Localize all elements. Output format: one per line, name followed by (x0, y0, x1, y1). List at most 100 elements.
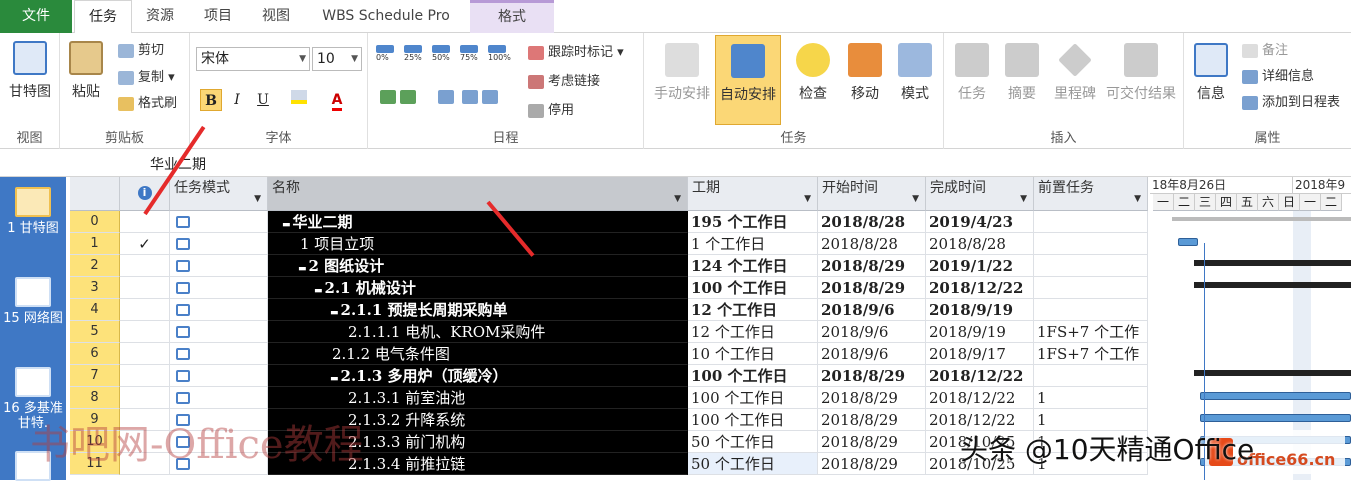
pct-75-button[interactable]: 75% (460, 45, 482, 62)
predecessors-cell[interactable] (1034, 365, 1148, 387)
gantt-summary-bar[interactable] (1194, 370, 1351, 376)
view-network-diagram[interactable]: 15 网络图 (0, 277, 66, 326)
start-cell[interactable]: 2018/9/6 (818, 321, 926, 343)
duration-cell[interactable]: 100 个工作日 (688, 365, 818, 387)
pct-25-button[interactable]: 25% (404, 45, 426, 62)
finish-cell[interactable]: 2019/4/23 (926, 211, 1034, 233)
finish-cell[interactable]: 2018/12/22 (926, 387, 1034, 409)
row-number[interactable]: 8 (70, 387, 120, 409)
table-row[interactable]: 5 2.1.1.1 电机、KROM采购件 12 个工作日 2018/9/6 2018/9… (70, 321, 1148, 343)
notes-button[interactable]: 备注 (1242, 39, 1288, 58)
tab-resource[interactable]: 资源 (136, 0, 184, 33)
tab-file[interactable]: 文件 (0, 0, 72, 33)
start-cell[interactable]: 2018/8/29 (818, 277, 926, 299)
duration-cell[interactable]: 124 个工作日 (688, 255, 818, 277)
start-cell[interactable]: 2018/8/29 (818, 409, 926, 431)
deliverable-button[interactable]: 可交付结果 (1102, 43, 1180, 103)
gantt-task-bar[interactable] (1200, 414, 1351, 422)
task-mode-cell[interactable] (170, 299, 268, 321)
start-cell[interactable]: 2018/8/28 (818, 233, 926, 255)
insert-task-button[interactable]: 任务 (952, 43, 992, 103)
collapse-icon[interactable]: ▬ (314, 286, 323, 296)
row-number[interactable]: 3 (70, 277, 120, 299)
start-cell[interactable]: 2018/8/29 (818, 431, 926, 453)
move-button[interactable]: 移动 (844, 43, 886, 103)
font-size-select[interactable]: 10 ▼ (312, 47, 362, 71)
row-number[interactable]: 5 (70, 321, 120, 343)
task-name-cell[interactable]: 2.1.3.4 前推拉链 (268, 453, 688, 475)
predecessors-cell[interactable]: 1FS+7 个工作 (1034, 343, 1148, 365)
add-to-timeline-button[interactable]: 添加到日程表 (1242, 91, 1340, 110)
finish-cell[interactable]: 2018/12/22 (926, 277, 1034, 299)
tab-wbs-schedule-pro[interactable]: WBS Schedule Pro (308, 0, 464, 33)
auto-schedule-button[interactable]: 自动安排 (715, 35, 781, 125)
task-mode-cell[interactable] (170, 365, 268, 387)
gantt-task-bar[interactable] (1178, 238, 1198, 246)
pct-100-button[interactable]: 100% (488, 45, 511, 62)
table-row[interactable]: 1 ✓ 1 项目立项 1 个工作日 2018/8/28 2018/8/28 (70, 233, 1148, 255)
select-all-header[interactable] (70, 177, 120, 211)
tab-view[interactable]: 视图 (250, 0, 302, 33)
predecessors-cell[interactable]: 1 (1034, 387, 1148, 409)
start-cell[interactable]: 2018/8/29 (818, 365, 926, 387)
finish-cell[interactable]: 2018/9/17 (926, 343, 1034, 365)
task-mode-cell[interactable] (170, 255, 268, 277)
finish-cell[interactable]: 2018/12/22 (926, 365, 1034, 387)
inactivate-button[interactable]: 停用 (528, 99, 574, 118)
collapse-icon[interactable]: ▬ (330, 374, 339, 384)
task-mode-header[interactable]: 任务模式 ▼ (170, 177, 268, 211)
duration-cell[interactable]: 100 个工作日 (688, 409, 818, 431)
start-header[interactable]: 开始时间 ▼ (818, 177, 926, 211)
task-name-cell[interactable]: ▬ 2.1.3 多用炉（顶缓冷） (268, 365, 688, 387)
information-button[interactable]: 信息 (1190, 43, 1232, 103)
underline-button[interactable]: U (252, 89, 274, 111)
collapse-icon[interactable]: ▬ (282, 220, 291, 230)
respect-links-button[interactable]: 考虑链接 (528, 70, 600, 89)
pct-50-button[interactable]: 50% (432, 45, 454, 62)
collapse-icon[interactable]: ▬ (298, 264, 307, 274)
manual-schedule-button[interactable]: 手动安排 (650, 43, 714, 103)
duration-cell[interactable]: 100 个工作日 (688, 277, 818, 299)
row-number[interactable]: 0 (70, 211, 120, 233)
task-name-cell[interactable]: ▬ 2.1.1 预提长周期采购单 (268, 299, 688, 321)
table-row[interactable]: 2 ▬ 2 图纸设计 124 个工作日 2018/8/29 2019/1/22 (70, 255, 1148, 277)
collapse-icon[interactable]: ▬ (330, 308, 339, 318)
task-mode-cell[interactable] (170, 431, 268, 453)
predecessors-header[interactable]: 前置任务 ▼ (1034, 177, 1148, 211)
finish-cell[interactable]: 2018/8/28 (926, 233, 1034, 255)
font-name-select[interactable]: 宋体 ▼ (196, 47, 310, 71)
duration-cell[interactable]: 10 个工作日 (688, 343, 818, 365)
row-number[interactable]: 10 (70, 431, 120, 453)
task-mode-cell[interactable] (170, 277, 268, 299)
task-name-cell[interactable]: ▬ 华业二期 (268, 211, 688, 233)
format-painter-button[interactable]: 格式刷 (118, 92, 177, 111)
table-row[interactable]: 0 ▬ 华业二期 195 个工作日 2018/8/28 2019/4/23 (70, 211, 1148, 233)
duration-cell[interactable]: 50 个工作日 (688, 431, 818, 453)
table-row[interactable]: 3 ▬ 2.1 机械设计 100 个工作日 2018/8/29 2018/12/22 (70, 277, 1148, 299)
gantt-chart-button[interactable]: 甘特图 (4, 41, 56, 101)
finish-cell[interactable]: 2019/1/22 (926, 255, 1034, 277)
start-cell[interactable]: 2018/8/29 (818, 387, 926, 409)
entry-bar[interactable]: 华业二期 (0, 149, 1351, 177)
summary-button[interactable]: 摘要 (1002, 43, 1042, 103)
bold-button[interactable]: B (200, 89, 222, 111)
predecessors-cell[interactable] (1034, 233, 1148, 255)
task-name-cell[interactable]: 2.1.1.1 电机、KROM采购件 (268, 321, 688, 343)
italic-button[interactable]: I (226, 89, 248, 111)
finish-cell[interactable]: 2018/9/19 (926, 321, 1034, 343)
predecessors-cell[interactable] (1034, 211, 1148, 233)
predecessors-cell[interactable] (1034, 299, 1148, 321)
task-mode-cell[interactable] (170, 453, 268, 475)
mode-button[interactable]: 模式 (894, 43, 936, 103)
duration-cell[interactable]: 50 个工作日 (688, 453, 818, 475)
predecessors-cell[interactable] (1034, 277, 1148, 299)
task-name-cell[interactable]: ▬ 2.1 机械设计 (268, 277, 688, 299)
finish-cell[interactable]: 2018/9/19 (926, 299, 1034, 321)
row-number[interactable]: 6 (70, 343, 120, 365)
duration-cell[interactable]: 12 个工作日 (688, 299, 818, 321)
paste-button[interactable]: 粘贴 (66, 41, 106, 101)
row-number[interactable]: 9 (70, 409, 120, 431)
task-name-cell[interactable]: ▬ 2 图纸设计 (268, 255, 688, 277)
row-number[interactable]: 4 (70, 299, 120, 321)
start-cell[interactable]: 2018/9/6 (818, 299, 926, 321)
